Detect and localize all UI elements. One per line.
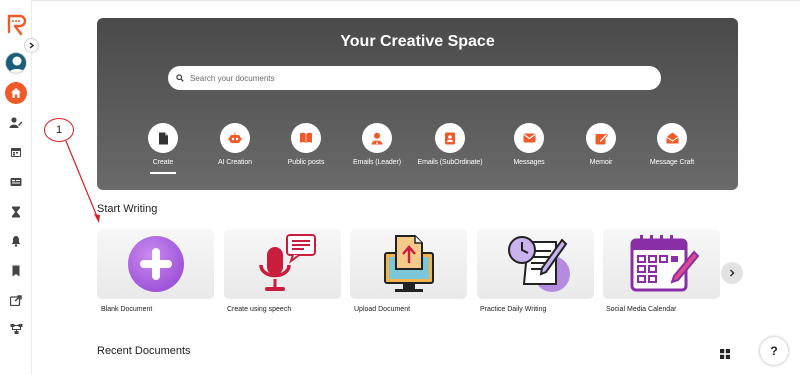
chevron-right-icon (729, 269, 735, 277)
tab-label: Emails (SubOrdinate) (417, 159, 483, 166)
home-icon[interactable] (5, 82, 27, 104)
card-label: Blank Document (101, 306, 153, 313)
plus-icon (127, 236, 184, 292)
tab-create[interactable]: Create (123, 123, 203, 174)
user-icon (362, 123, 392, 153)
app-logo[interactable] (6, 14, 27, 36)
card-label: Upload Document (354, 306, 411, 313)
document-icon (148, 123, 178, 153)
card-label: Social Media Calendar (606, 306, 677, 313)
search-icon (176, 74, 184, 82)
open-envelope-icon (657, 123, 687, 153)
sidebar (0, 0, 32, 375)
tab-memoir[interactable]: Memoir (561, 123, 641, 166)
book-icon (291, 123, 321, 153)
sidebar-expand-button[interactable] (24, 38, 39, 53)
tab-emails-subordinate[interactable]: Emails (SubOrdinate) (410, 123, 490, 166)
hierarchy-icon[interactable] (9, 322, 23, 336)
avatar[interactable] (5, 52, 27, 74)
top-divider (0, 0, 800, 1)
calendar-nav-icon[interactable] (9, 145, 23, 159)
bookmark-icon[interactable] (9, 264, 23, 278)
hero-banner: Your Creative Space Create AI Creation P… (97, 18, 738, 190)
id-card-icon[interactable] (9, 175, 23, 189)
upload-icon (383, 235, 434, 292)
microphone-icon (258, 234, 316, 291)
tab-label: Memoir (589, 159, 613, 166)
hourglass-icon[interactable] (9, 205, 23, 219)
annotation-marker: 1 (44, 118, 74, 142)
tab-label: Public posts (287, 159, 325, 166)
grid-view-icon[interactable] (720, 346, 730, 359)
search-bar[interactable] (168, 66, 661, 90)
tab-label: Messages (513, 159, 545, 166)
tab-label: Emails (Leader) (353, 159, 401, 166)
user-edit-icon[interactable] (9, 116, 23, 130)
envelope-icon (514, 123, 544, 153)
bell-icon[interactable] (9, 234, 23, 248)
card-label: Practice Daily Writing (480, 306, 547, 313)
tab-emails-leader[interactable]: Emails (Leader) (337, 123, 417, 166)
edit-icon (586, 123, 616, 153)
tab-label: Message Craft (649, 159, 695, 166)
tab-public-posts[interactable]: Public posts (266, 123, 346, 166)
tab-messages[interactable]: Messages (489, 123, 569, 166)
upload-document-card[interactable] (350, 229, 467, 299)
blank-document-card[interactable] (97, 229, 214, 299)
search-input[interactable] (190, 73, 630, 83)
tab-label: AI Creation (218, 159, 252, 166)
robot-icon (220, 123, 250, 153)
start-writing-heading: Start Writing (97, 203, 158, 215)
active-tab-indicator (150, 172, 176, 174)
calendar-icon (630, 235, 699, 292)
category-tabs: Create AI Creation Public posts Emails (… (97, 123, 738, 183)
speech-card[interactable] (224, 229, 341, 299)
page-title: Your Creative Space (340, 33, 495, 50)
share-icon[interactable] (9, 293, 23, 307)
tab-ai-creation[interactable]: AI Creation (195, 123, 275, 166)
card-label: Create using speech (227, 306, 292, 313)
social-calendar-card[interactable] (603, 229, 720, 299)
daily-writing-card[interactable] (477, 229, 594, 299)
tab-message-craft[interactable]: Message Craft (632, 123, 712, 166)
contact-icon (435, 123, 465, 153)
tab-label: Create (152, 159, 174, 166)
carousel-next-button[interactable] (721, 262, 743, 284)
help-button[interactable]: ? (760, 337, 788, 365)
notepad-clock-icon (507, 236, 570, 292)
recent-documents-heading: Recent Documents (97, 345, 191, 357)
